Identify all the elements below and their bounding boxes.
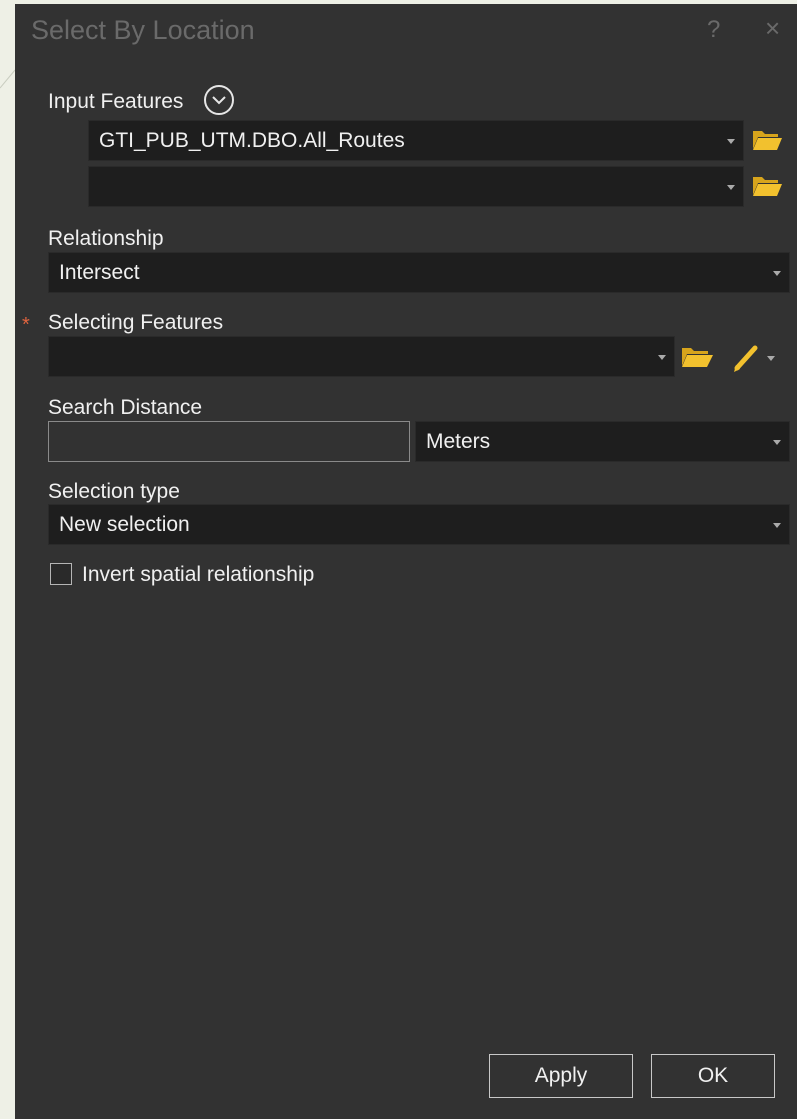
distance-unit-value: Meters: [426, 430, 491, 453]
relationship-dropdown[interactable]: Intersect: [48, 252, 790, 293]
folder-open-icon[interactable]: [752, 173, 782, 204]
ok-button[interactable]: OK: [651, 1054, 775, 1098]
caret-down-icon: [773, 271, 781, 276]
search-distance-input[interactable]: [48, 421, 410, 462]
chevron-circle-down-icon[interactable]: [204, 85, 234, 115]
caret-down-icon: [727, 185, 735, 190]
select-by-location-dialog: Select By Location ? × Input Features GT…: [15, 4, 797, 1119]
caret-down-icon: [658, 355, 666, 360]
title-bar: Select By Location ? ×: [15, 4, 797, 60]
selecting-features-label: Selecting Features: [48, 311, 224, 334]
caret-down-icon: [727, 139, 735, 144]
selection-type-dropdown[interactable]: New selection: [48, 504, 790, 545]
close-button[interactable]: ×: [765, 13, 780, 44]
selection-type-value: New selection: [59, 513, 190, 536]
input-features-dropdown-1[interactable]: GTI_PUB_UTM.DBO.All_Routes: [88, 120, 744, 161]
help-button[interactable]: ?: [707, 16, 720, 44]
pencil-icon[interactable]: [732, 341, 778, 378]
selecting-features-dropdown[interactable]: [48, 336, 675, 377]
apply-button[interactable]: Apply: [489, 1054, 633, 1098]
input-features-label: Input Features: [48, 90, 184, 113]
invert-label: Invert spatial relationship: [82, 563, 315, 586]
folder-open-icon[interactable]: [681, 344, 713, 375]
required-marker: *: [22, 314, 30, 336]
caret-down-icon: [773, 440, 781, 445]
relationship-label: Relationship: [48, 227, 164, 250]
selection-type-label: Selection type: [48, 480, 180, 503]
search-distance-label: Search Distance: [48, 396, 203, 419]
caret-down-icon: [773, 523, 781, 528]
folder-open-icon[interactable]: [752, 127, 782, 158]
dialog-title: Select By Location: [31, 15, 255, 45]
input-features-dropdown-2[interactable]: [88, 166, 744, 207]
invert-checkbox[interactable]: [50, 563, 72, 585]
relationship-value: Intersect: [59, 261, 140, 284]
distance-unit-dropdown[interactable]: Meters: [415, 421, 790, 462]
input-features-value-1: GTI_PUB_UTM.DBO.All_Routes: [99, 129, 405, 152]
